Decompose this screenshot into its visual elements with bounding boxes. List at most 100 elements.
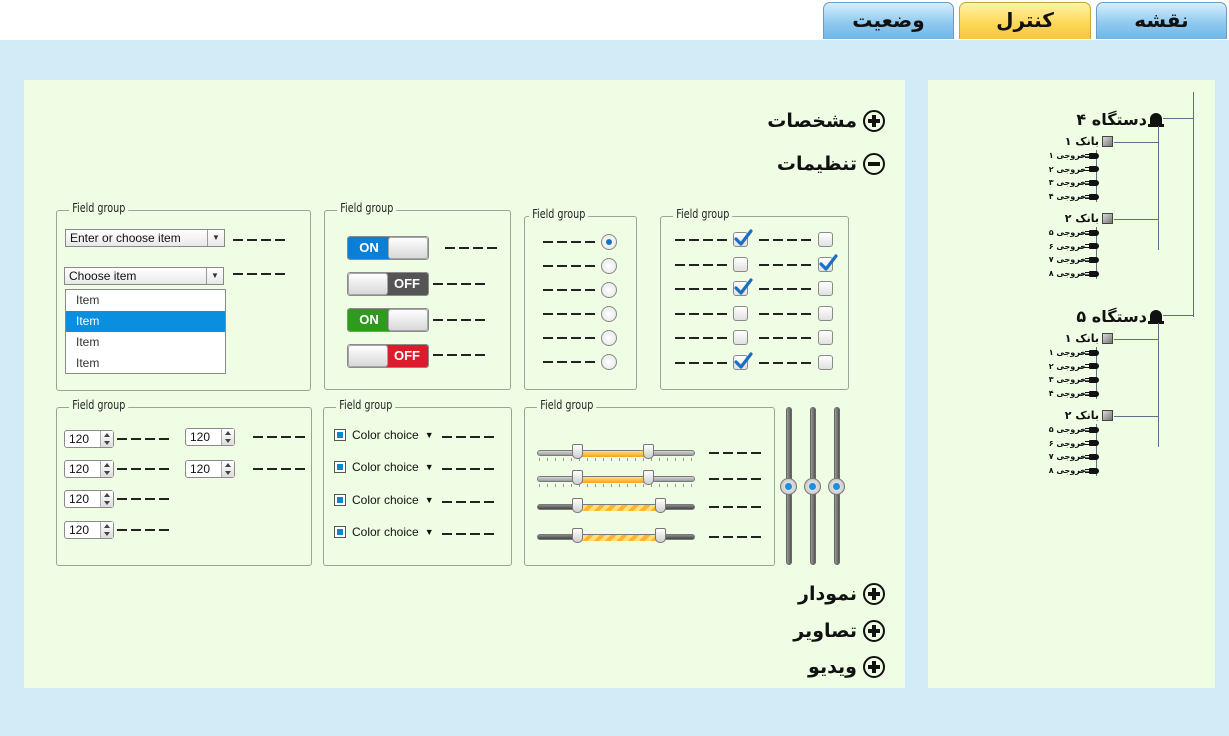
radio-option[interactable] <box>601 330 617 346</box>
slider-thumb-low[interactable] <box>571 470 583 485</box>
tree-output[interactable]: خروجی ۷ <box>1049 255 1099 264</box>
tree-bank[interactable]: بانک ۱ <box>1065 332 1113 345</box>
toggle-switch[interactable]: ON <box>347 236 429 260</box>
select-combo[interactable]: Choose item ▼ <box>64 267 224 285</box>
list-item[interactable]: Item <box>66 332 225 353</box>
number-spinner[interactable]: 120 <box>64 490 114 508</box>
accordion-settings[interactable]: تنظیمات <box>777 150 885 178</box>
slider-thumb-high[interactable] <box>655 498 667 513</box>
tree-output[interactable]: خروجی ۷ <box>1049 452 1099 461</box>
color-choice-dropdown[interactable]: Color choice ▼ <box>334 460 434 474</box>
checkbox[interactable] <box>733 330 748 345</box>
number-spinner[interactable]: 120 <box>64 460 114 478</box>
chevron-down-icon[interactable]: ▼ <box>425 430 434 440</box>
checkbox[interactable] <box>818 354 833 370</box>
placeholder-dash <box>543 337 597 339</box>
checkbox[interactable] <box>733 256 748 272</box>
checkbox-checked[interactable] <box>733 278 753 296</box>
toggle-knob[interactable] <box>348 345 388 367</box>
vertical-slider-knob[interactable] <box>828 478 845 495</box>
chevron-down-icon[interactable]: ▼ <box>425 495 434 505</box>
checkbox-checked[interactable] <box>733 351 753 370</box>
checkbox[interactable] <box>818 305 833 321</box>
spinner-arrows-icon[interactable] <box>221 461 234 477</box>
checkbox-checked[interactable] <box>733 229 753 247</box>
tree-output[interactable]: خروجی ۲ <box>1049 165 1099 174</box>
spinner-arrows-icon[interactable] <box>100 431 113 447</box>
checkbox[interactable] <box>818 281 833 296</box>
tree-bank-label: بانک ۱ <box>1064 332 1099 345</box>
tree-output[interactable]: خروجی ۸ <box>1049 466 1099 475</box>
list-item[interactable]: Item <box>66 353 225 374</box>
chevron-down-icon[interactable]: ▼ <box>207 230 224 246</box>
tree-output[interactable]: خروجی ۶ <box>1049 242 1099 251</box>
toggle-knob[interactable] <box>388 309 428 331</box>
tab-map[interactable]: نقشه <box>1096 2 1227 39</box>
chevron-down-icon[interactable]: ▼ <box>206 268 223 284</box>
toggle-switch[interactable]: ON <box>347 308 429 332</box>
checkbox[interactable] <box>733 305 748 321</box>
color-choice-label: Color choice <box>352 428 419 442</box>
tab-status[interactable]: وضعیت <box>823 2 954 39</box>
tree-output[interactable]: خروجی ۱ <box>1049 348 1099 357</box>
radio-selected[interactable] <box>601 234 617 250</box>
toggle-switch[interactable]: OFF <box>347 272 429 296</box>
tree-output[interactable]: خروجی ۴ <box>1049 389 1099 398</box>
spinner-arrows-icon[interactable] <box>100 491 113 507</box>
editable-combo[interactable]: Enter or choose item ▼ <box>65 229 225 247</box>
chevron-down-icon[interactable]: ▼ <box>425 462 434 472</box>
tree-device[interactable]: دستگاه ۴ <box>1076 110 1164 129</box>
tree-connector <box>1193 92 1194 317</box>
tree-bank[interactable]: بانک ۲ <box>1065 409 1113 422</box>
accordion-video[interactable]: ویدیو <box>808 653 885 681</box>
tree-output[interactable]: خروجی ۵ <box>1049 425 1099 434</box>
radio-option[interactable] <box>601 306 617 322</box>
list-item[interactable]: Item <box>66 290 225 311</box>
checkbox-checked[interactable] <box>818 253 838 272</box>
tree-output[interactable]: خروجی ۸ <box>1049 269 1099 278</box>
plug-icon <box>1085 467 1099 474</box>
tree-output[interactable]: خروجی ۴ <box>1049 192 1099 201</box>
slider-thumb-low[interactable] <box>571 444 583 459</box>
toggle-knob[interactable] <box>388 237 428 259</box>
tab-control[interactable]: کنترل <box>959 2 1091 39</box>
checkbox[interactable] <box>818 330 833 345</box>
slider-thumb-high[interactable] <box>642 470 654 485</box>
spinner-arrows-icon[interactable] <box>221 429 234 445</box>
vertical-slider-knob[interactable] <box>780 478 797 495</box>
vertical-slider-knob[interactable] <box>804 478 821 495</box>
number-spinner[interactable]: 120 <box>64 430 114 448</box>
accordion-images[interactable]: تصاویر <box>793 617 885 645</box>
color-choice-dropdown[interactable]: Color choice ▼ <box>334 493 434 507</box>
list-item-selected[interactable]: Item <box>66 311 225 332</box>
tree-output[interactable]: خروجی ۳ <box>1049 375 1099 384</box>
accordion-specs[interactable]: مشخصات <box>767 107 885 135</box>
radio-option[interactable] <box>601 282 617 298</box>
accordion-chart[interactable]: نمودار <box>798 580 885 608</box>
slider-thumb-high[interactable] <box>642 444 654 459</box>
checkbox[interactable] <box>818 232 833 247</box>
tree-output[interactable]: خروجی ۱ <box>1049 151 1099 160</box>
slider-thumb-low[interactable] <box>571 498 583 513</box>
tree-output[interactable]: خروجی ۲ <box>1049 362 1099 371</box>
chevron-down-icon[interactable]: ▼ <box>425 527 434 537</box>
toggle-switch[interactable]: OFF <box>347 344 429 368</box>
number-spinner[interactable]: 120 <box>185 428 235 446</box>
number-spinner[interactable]: 120 <box>64 521 114 539</box>
number-spinner[interactable]: 120 <box>185 460 235 478</box>
tree-output[interactable]: خروجی ۳ <box>1049 178 1099 187</box>
tree-bank[interactable]: بانک ۲ <box>1065 212 1113 225</box>
tree-output[interactable]: خروجی ۶ <box>1049 439 1099 448</box>
slider-thumb-high[interactable] <box>655 528 667 543</box>
spinner-arrows-icon[interactable] <box>100 522 113 538</box>
radio-option[interactable] <box>601 354 617 370</box>
color-choice-dropdown[interactable]: Color choice ▼ <box>334 525 434 539</box>
tree-bank[interactable]: بانک ۱ <box>1065 135 1113 148</box>
radio-option[interactable] <box>601 258 617 274</box>
tree-output[interactable]: خروجی ۵ <box>1049 228 1099 237</box>
tree-device[interactable]: دستگاه ۵ <box>1076 307 1164 326</box>
slider-thumb-low[interactable] <box>571 528 583 543</box>
color-choice-dropdown[interactable]: Color choice ▼ <box>334 428 434 442</box>
toggle-knob[interactable] <box>348 273 388 295</box>
spinner-arrows-icon[interactable] <box>100 461 113 477</box>
